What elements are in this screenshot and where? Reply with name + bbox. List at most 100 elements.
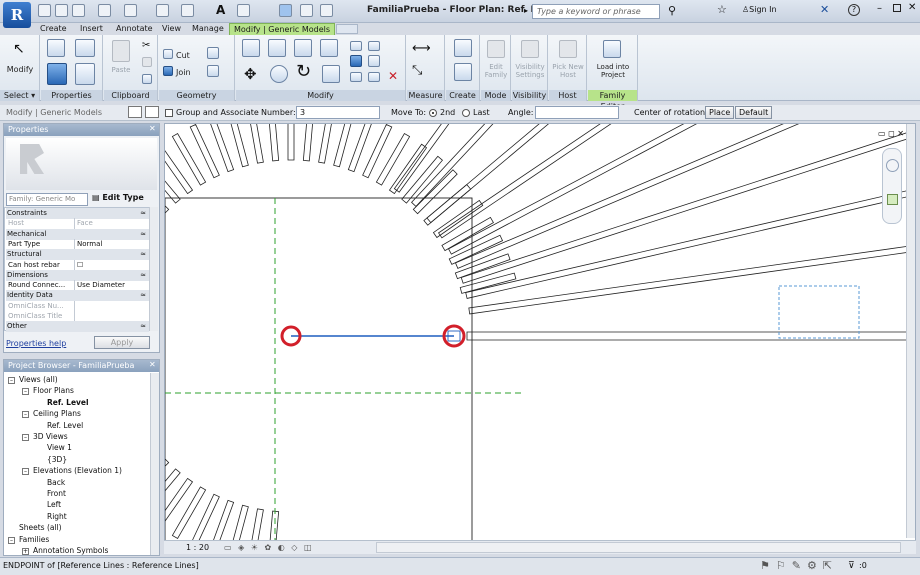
drawing-area[interactable]: ▭ ◻ ✕ bbox=[164, 123, 916, 553]
array-member[interactable] bbox=[347, 124, 373, 173]
array-member[interactable] bbox=[411, 124, 676, 207]
binoculars-icon[interactable]: ⚲ bbox=[668, 4, 676, 17]
split-icon[interactable] bbox=[350, 41, 362, 51]
wall-joins-icon[interactable] bbox=[207, 47, 219, 59]
selected-member-highlight[interactable] bbox=[778, 285, 860, 339]
properties-toggle-icon[interactable] bbox=[47, 63, 67, 85]
array-member[interactable] bbox=[171, 133, 207, 186]
redo-icon[interactable] bbox=[124, 4, 137, 17]
array-member[interactable] bbox=[333, 124, 354, 168]
rotate-icon[interactable]: ↻ bbox=[296, 61, 311, 82]
array-member[interactable] bbox=[189, 124, 220, 179]
open-icon[interactable] bbox=[38, 4, 51, 17]
exchange-icon[interactable]: ✕ bbox=[820, 3, 829, 16]
panel-label-select[interactable]: Select ▾ bbox=[0, 90, 39, 101]
save-icon[interactable] bbox=[55, 4, 68, 17]
group-associate-checkbox[interactable] bbox=[165, 109, 173, 117]
sync-icon[interactable] bbox=[72, 4, 85, 17]
application-menu-button[interactable]: R bbox=[3, 2, 31, 28]
sign-in-link[interactable]: ♙Sign In bbox=[742, 5, 777, 14]
array-member[interactable] bbox=[287, 124, 295, 161]
create-similar-icon[interactable] bbox=[454, 63, 472, 81]
family-category-icon[interactable] bbox=[75, 63, 95, 85]
scale-icon[interactable] bbox=[368, 55, 380, 67]
browser-item[interactable]: Ref. Level bbox=[47, 421, 83, 430]
view-scale[interactable]: 1 : 20 bbox=[186, 543, 209, 552]
tree-expand-icon[interactable]: – bbox=[22, 388, 29, 396]
type-properties-icon[interactable] bbox=[47, 39, 65, 57]
steering-wheel-icon[interactable] bbox=[886, 159, 899, 172]
family-types-icon[interactable] bbox=[75, 39, 95, 57]
tree-expand-icon[interactable]: – bbox=[8, 377, 15, 384]
browser-item[interactable]: Families bbox=[19, 535, 49, 544]
move-to-last-radio[interactable] bbox=[462, 109, 470, 117]
browser-item[interactable]: Ref. Level bbox=[47, 398, 89, 407]
array-member[interactable] bbox=[437, 124, 791, 239]
browser-item[interactable]: Back bbox=[47, 478, 65, 487]
cut-geometry-icon[interactable] bbox=[163, 49, 173, 59]
edit-family-icon[interactable] bbox=[487, 40, 505, 58]
cut-button[interactable]: Cut bbox=[176, 51, 190, 60]
browser-item[interactable]: Left bbox=[47, 500, 61, 509]
close-hidden-icon[interactable] bbox=[300, 4, 313, 17]
array-member[interactable] bbox=[426, 124, 737, 224]
pick-new-host-icon[interactable] bbox=[559, 40, 577, 58]
tree-expand-icon[interactable]: – bbox=[22, 411, 29, 419]
array-member[interactable] bbox=[318, 124, 335, 164]
browser-item[interactable]: 3D Views bbox=[33, 432, 68, 441]
measure-along-icon[interactable]: ⤡ bbox=[412, 63, 422, 78]
array-member[interactable] bbox=[362, 124, 393, 179]
move-icon[interactable]: ✥ bbox=[244, 65, 257, 83]
array-member[interactable] bbox=[375, 133, 411, 186]
browser-item[interactable]: Right bbox=[47, 512, 67, 521]
array-member[interactable] bbox=[248, 124, 264, 164]
array-radial-icon[interactable] bbox=[145, 106, 159, 118]
browser-item[interactable]: {3D} bbox=[47, 455, 67, 464]
browser-scrollbar[interactable] bbox=[150, 373, 159, 555]
align-icon[interactable] bbox=[242, 39, 260, 57]
minimize-button[interactable]: – bbox=[877, 3, 882, 14]
array-member[interactable] bbox=[466, 331, 916, 341]
collapse-chevron-icon[interactable]: ≈ bbox=[140, 321, 146, 332]
switch-windows-icon[interactable] bbox=[320, 4, 333, 17]
browser-item[interactable]: Views (all) bbox=[19, 375, 58, 384]
measure-between-icon[interactable]: ⟷ bbox=[412, 41, 431, 56]
pin-icon[interactable] bbox=[368, 72, 380, 82]
tree-expand-icon[interactable]: + bbox=[22, 548, 29, 555]
array-member[interactable] bbox=[448, 234, 504, 265]
delete-icon[interactable]: ✕ bbox=[388, 69, 398, 83]
search-input[interactable]: Type a keyword or phrase bbox=[532, 4, 660, 19]
load-into-project-button[interactable]: Load into Project bbox=[588, 63, 638, 79]
browser-close-icon[interactable]: ✕ bbox=[149, 360, 156, 369]
trim-extend-icon[interactable] bbox=[322, 65, 340, 83]
close-button[interactable]: ✕ bbox=[908, 2, 916, 13]
view-window-controls[interactable]: ▭ ◻ ✕ bbox=[878, 129, 904, 138]
tab-manage[interactable]: Manage bbox=[188, 23, 228, 35]
undo-icon[interactable] bbox=[98, 4, 111, 17]
visibility-settings-icon[interactable] bbox=[521, 40, 539, 58]
browser-item[interactable]: Ceiling Plans bbox=[33, 409, 81, 418]
star-icon[interactable]: ☆ bbox=[717, 3, 727, 16]
browser-item[interactable]: View 1 bbox=[47, 443, 72, 452]
contextual-dropdown-button[interactable] bbox=[336, 24, 358, 34]
load-into-project-icon[interactable] bbox=[603, 40, 621, 58]
default-button[interactable]: Default bbox=[735, 106, 773, 119]
maximize-button[interactable] bbox=[893, 4, 901, 12]
edit-type-button[interactable]: ▤ Edit Type bbox=[92, 193, 144, 202]
properties-help-link[interactable]: Properties help bbox=[6, 339, 66, 348]
browser-item[interactable]: Annotation Symbols bbox=[33, 546, 108, 555]
array-member[interactable] bbox=[209, 124, 235, 173]
tree-expand-icon[interactable]: – bbox=[22, 434, 29, 441]
tree-expand-icon[interactable]: – bbox=[8, 536, 15, 544]
family-type-selector[interactable]: Family: Generic Mo bbox=[6, 193, 88, 206]
zoom-icon[interactable] bbox=[887, 194, 898, 205]
tree-expand-icon[interactable]: – bbox=[22, 468, 29, 476]
paste-icon[interactable] bbox=[112, 40, 130, 62]
join-geometry-icon[interactable] bbox=[163, 66, 173, 76]
browser-item[interactable]: Front bbox=[47, 489, 66, 498]
property-category[interactable]: Other ≈ bbox=[6, 321, 149, 333]
thin-lines-icon[interactable] bbox=[279, 4, 292, 17]
tab-create[interactable]: Create bbox=[36, 23, 71, 35]
help-icon[interactable]: ? bbox=[848, 4, 860, 16]
tab-annotate[interactable]: Annotate bbox=[112, 23, 157, 35]
